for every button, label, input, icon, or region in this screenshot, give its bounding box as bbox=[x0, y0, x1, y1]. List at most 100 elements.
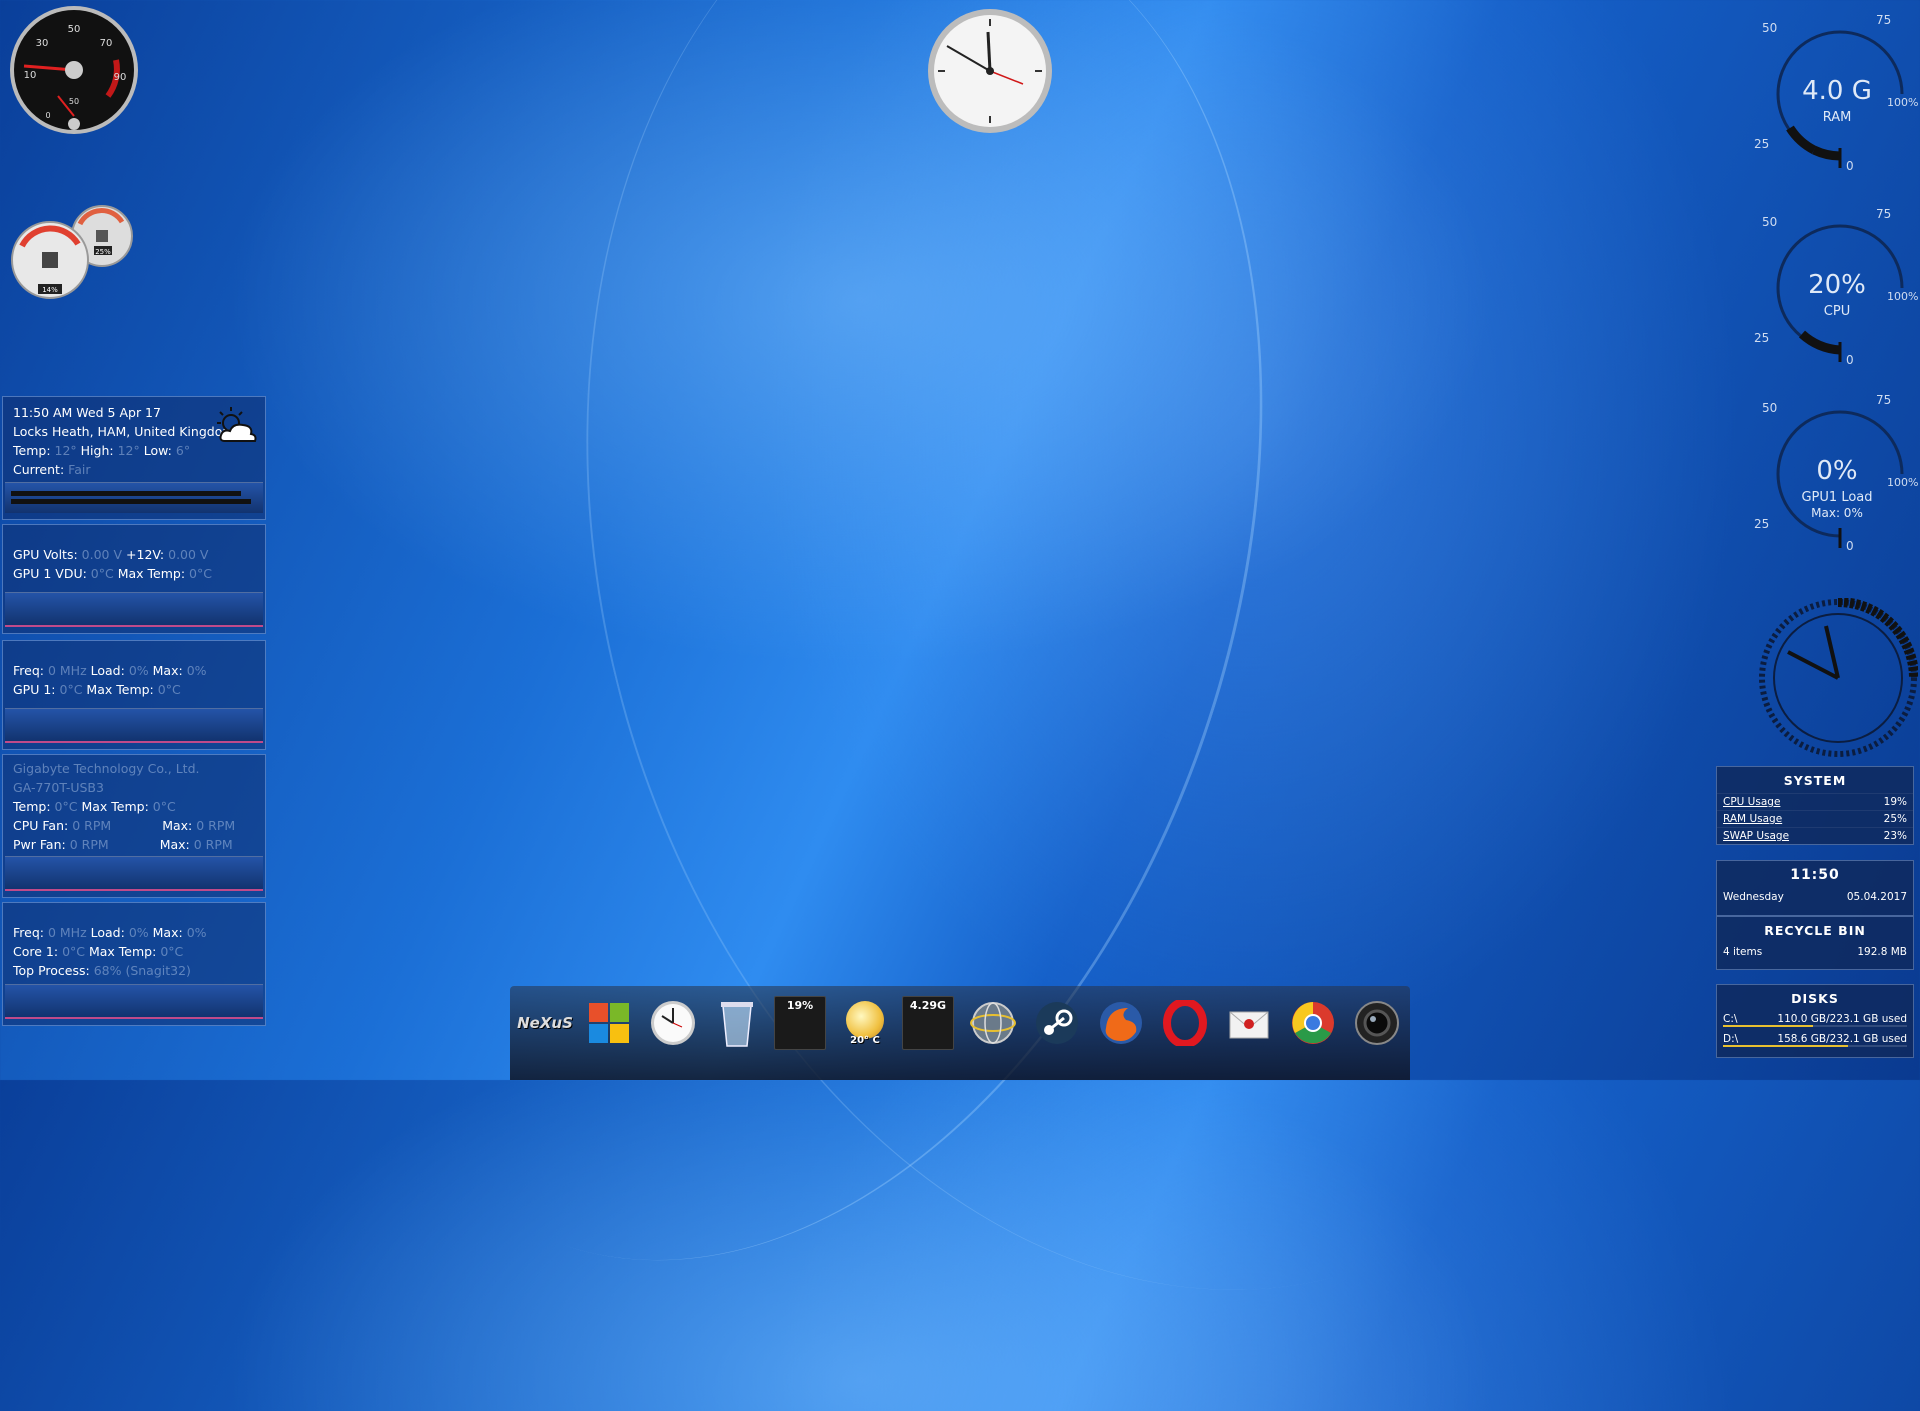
gpu1-label: GPU 1: bbox=[13, 682, 56, 697]
gpu-volts-graph bbox=[5, 592, 263, 627]
ram-gauge[interactable]: 50 75 25 0 100% 4.0 G RAM bbox=[1752, 8, 1920, 178]
disk-row[interactable]: C:\ 110.0 GB/223.1 GB used bbox=[1717, 1011, 1913, 1031]
system-row-label: CPU Usage bbox=[1723, 796, 1781, 808]
cpu-gauge-tick-25: 25 bbox=[1754, 331, 1769, 345]
system-row[interactable]: RAM Usage 25% bbox=[1717, 810, 1913, 827]
cpu-gauge-tick-0: 0 bbox=[1846, 353, 1854, 367]
disk-label: C:\ bbox=[1723, 1013, 1738, 1025]
board-max-temp-label: Max Temp: bbox=[81, 799, 149, 814]
memory-meter-icon[interactable]: 4.29G bbox=[902, 996, 954, 1050]
speedometer-tick: 10 bbox=[24, 70, 37, 81]
gpu-vdu-max-label: Max Temp: bbox=[117, 566, 186, 581]
gpu-max-label: Max: bbox=[152, 663, 183, 678]
day-name: Wednesday bbox=[1723, 891, 1784, 903]
network-globe-icon[interactable] bbox=[966, 996, 1020, 1050]
dark-clock-gadget[interactable] bbox=[1758, 598, 1918, 760]
nexus-logo-icon[interactable]: NeXuS bbox=[517, 996, 573, 1050]
gpu-vdu-max-value: 0°C bbox=[189, 566, 212, 581]
gpu1-max-temp-label: Max Temp: bbox=[86, 682, 154, 697]
gpu-load-value: 0% bbox=[128, 663, 149, 678]
weather-bar bbox=[5, 482, 263, 513]
board-temp-label: Temp: bbox=[13, 799, 51, 814]
gpu-gauge-tick-0: 0 bbox=[1846, 539, 1854, 553]
system-row-value: 25% bbox=[1883, 813, 1907, 825]
firefox-icon[interactable] bbox=[1094, 996, 1148, 1050]
disk-label: D:\ bbox=[1723, 1033, 1739, 1045]
time-display: 11:50 bbox=[1790, 867, 1840, 883]
webcam-icon[interactable] bbox=[1350, 996, 1404, 1050]
weather-icon[interactable]: 20° C bbox=[838, 996, 892, 1050]
cpu-meter-value: 19% bbox=[786, 999, 814, 1012]
ram-gauge-label: RAM bbox=[1822, 110, 1852, 125]
steam-icon[interactable] bbox=[1030, 996, 1084, 1050]
weather-current-label: Current: bbox=[13, 462, 65, 477]
gpu-gauge-tick-50: 50 bbox=[1762, 401, 1777, 415]
gpu1-temp: 0°C bbox=[59, 682, 83, 697]
disks-widget: DISKS C:\ 110.0 GB/223.1 GB used D:\ 158… bbox=[1716, 984, 1914, 1058]
disk-usage: 158.6 GB/232.1 GB used bbox=[1777, 1033, 1907, 1045]
chrome-icon[interactable] bbox=[1286, 996, 1340, 1050]
partly-cloudy-icon bbox=[217, 407, 257, 442]
gpu-gauge-value: 0% bbox=[1816, 456, 1858, 486]
recycle-bin-title: RECYCLE BIN bbox=[1764, 923, 1866, 938]
cpu-ram-mini-gauges[interactable]: 25% 14% bbox=[10, 204, 136, 300]
pwr-fan-max-label: Max: bbox=[159, 837, 190, 852]
speedometer-tick: 70 bbox=[100, 38, 113, 49]
pwr-fan-value: 0 RPM bbox=[69, 837, 109, 852]
gpu-gauge-tick-75: 75 bbox=[1876, 393, 1891, 407]
cpu-fan-label: CPU Fan: bbox=[13, 818, 69, 833]
windows-icon[interactable] bbox=[582, 996, 636, 1050]
weather-high-label: High: bbox=[80, 443, 114, 458]
gpu-freq-value: 0 MHz bbox=[47, 663, 87, 678]
cpu-freq-label: Freq: bbox=[13, 925, 44, 940]
top-process-label: Top Process: bbox=[13, 963, 90, 978]
mini-gauge-right-value: 25% bbox=[95, 248, 111, 256]
core1-max-temp: 0°C bbox=[160, 944, 184, 959]
cpu-gauge[interactable]: 50 75 25 0 100% 20% CPU bbox=[1752, 202, 1920, 372]
ram-gauge-tick-25: 25 bbox=[1754, 137, 1769, 151]
motherboard-panel: Gigabyte Technology Co., Ltd. GA-770T-US… bbox=[2, 754, 266, 898]
cpu-fan-max-label: Max: bbox=[162, 818, 193, 833]
pwr-fan-label: Pwr Fan: bbox=[13, 837, 66, 852]
cpu-max-value: 0% bbox=[186, 925, 207, 940]
gpu-volts-label: GPU Volts: bbox=[13, 547, 78, 562]
board-max-temp: 0°C bbox=[152, 799, 176, 814]
disk-row[interactable]: D:\ 158.6 GB/232.1 GB used bbox=[1717, 1031, 1913, 1051]
gpu-gauge[interactable]: 50 75 25 0 100% 0% GPU1 Load Max: 0% bbox=[1752, 388, 1920, 558]
system-row[interactable]: SWAP Usage 23% bbox=[1717, 827, 1913, 844]
system-row[interactable]: CPU Usage 19% bbox=[1717, 793, 1913, 810]
opera-icon[interactable] bbox=[1158, 996, 1212, 1050]
speedometer-tick: 50 bbox=[68, 24, 81, 35]
weather-temp: 12° bbox=[54, 443, 77, 458]
gpu-gauge-max: Max: 0% bbox=[1811, 506, 1863, 520]
desktop-clock-gadget[interactable] bbox=[927, 8, 1053, 134]
cpu-gauge-value: 20% bbox=[1808, 270, 1866, 300]
ram-gauge-value: 4.0 G bbox=[1802, 76, 1872, 106]
recycle-bin-items: 4 items bbox=[1723, 946, 1763, 958]
cpu-chip-icon bbox=[42, 252, 58, 268]
ram-chip-icon bbox=[96, 230, 108, 242]
speedometer-tick: 30 bbox=[36, 38, 49, 49]
recycle-bin-icon[interactable] bbox=[710, 996, 764, 1050]
weather-current: Fair bbox=[68, 462, 91, 477]
gpu1-max-temp: 0°C bbox=[157, 682, 181, 697]
cpu-meter-icon[interactable]: 19% bbox=[774, 996, 826, 1050]
cpu-freq-value: 0 MHz bbox=[47, 925, 87, 940]
board-graph bbox=[5, 856, 263, 891]
core1-max-temp-label: Max Temp: bbox=[88, 944, 157, 959]
gpu-volts-value: 0.00 V bbox=[81, 547, 123, 562]
memory-meter-value: 4.29G bbox=[909, 999, 947, 1012]
speedometer-tick: 0 bbox=[45, 111, 50, 120]
recycle-bin-widget[interactable]: RECYCLE BIN 4 items 192.8 MB bbox=[1716, 916, 1914, 970]
speedometer-gadget[interactable]: 50 30 70 10 90 50 0 bbox=[8, 4, 140, 136]
clock-icon[interactable] bbox=[646, 996, 700, 1050]
weather-temp-value: 20° C bbox=[850, 1034, 880, 1046]
top-process-value: 68% (Snagit32) bbox=[93, 963, 191, 978]
ram-gauge-tick-50: 50 bbox=[1762, 21, 1777, 35]
cpu-load-value: 0% bbox=[128, 925, 149, 940]
system-row-value: 19% bbox=[1883, 796, 1907, 808]
cpu-core-panel: Freq: 0 MHz Load: 0% Max: 0% Core 1: 0°C… bbox=[2, 902, 266, 1026]
mail-icon[interactable] bbox=[1222, 996, 1276, 1050]
disk-usage-bar bbox=[1723, 1045, 1849, 1047]
core1-temp: 0°C bbox=[62, 944, 85, 959]
